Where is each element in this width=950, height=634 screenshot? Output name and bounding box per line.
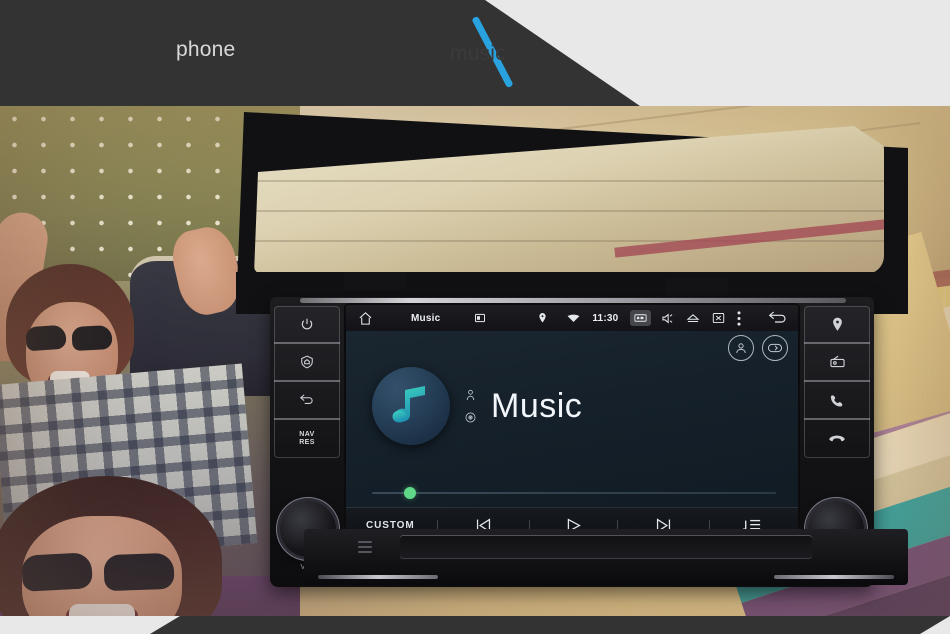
person-icon [466, 389, 475, 400]
right-button-column [804, 306, 870, 458]
repeat-button[interactable] [762, 335, 788, 361]
trim-clip-left [344, 272, 406, 290]
now-playing-panel: Music [372, 367, 582, 445]
chassis-chrome-strip [300, 298, 846, 303]
media-radio-icon [829, 355, 845, 368]
trim-clip-right [666, 278, 728, 296]
eject-icon [686, 314, 700, 323]
status-clock: 11:30 [592, 312, 619, 324]
status-bar: Music 11:30 [346, 305, 798, 331]
music-note-icon [392, 386, 425, 423]
person-icon [736, 343, 746, 353]
home-shield-icon [301, 355, 313, 369]
phone-answer-icon [830, 395, 843, 407]
disc-vents [358, 541, 372, 556]
track-meta-icons [464, 389, 477, 424]
wifi-icon [567, 314, 580, 322]
disc-slot[interactable] [400, 535, 812, 559]
call-answer-button[interactable] [804, 382, 870, 420]
power-icon [301, 318, 313, 330]
seek-handle[interactable] [404, 487, 417, 499]
radio-chassis: NAVRES VOL [270, 297, 908, 587]
back-arrow-icon [299, 394, 313, 404]
nav-res-label: NAV RES [299, 431, 315, 446]
home-button[interactable] [274, 344, 340, 382]
header-dark-panel [0, 0, 640, 106]
screenshot-icon [634, 314, 647, 322]
footer-dark-panel [150, 616, 950, 634]
status-eject-button[interactable] [686, 312, 700, 324]
back-arrow-icon [769, 311, 786, 323]
car-head-unit: NAVRES VOL [236, 112, 908, 612]
seek-bar[interactable] [372, 487, 776, 499]
home-icon [359, 311, 372, 325]
status-app-title: Music [411, 312, 441, 324]
disc-icon [465, 412, 476, 422]
status-back-button[interactable] [767, 311, 787, 325]
location-pin-icon [832, 317, 842, 331]
media-button[interactable] [804, 344, 870, 382]
nav-res-button[interactable]: NAV RES [274, 420, 340, 458]
head-unit-screen: Music 11:30 Music CUSTOM [346, 305, 798, 543]
status-location-indicator [538, 312, 547, 324]
status-screenshot-button[interactable] [630, 310, 652, 326]
recents-icon [475, 313, 486, 323]
status-wifi-indicator [567, 313, 580, 324]
album-art[interactable] [372, 367, 450, 445]
back-button[interactable] [274, 382, 340, 420]
status-volume-button[interactable] [661, 312, 674, 325]
left-button-column: NAV RES [274, 306, 340, 458]
status-recents-button[interactable] [474, 312, 486, 324]
status-home-button[interactable] [358, 311, 373, 326]
tab-phone[interactable]: phone [176, 38, 235, 62]
phone-end-icon [829, 435, 845, 442]
disc-slot-panel [304, 529, 908, 585]
status-overflow-button[interactable] [737, 310, 741, 326]
screen-top-right-buttons [728, 335, 788, 361]
account-button[interactable] [728, 335, 754, 361]
repeat-loop-icon [767, 343, 783, 353]
status-picture-button[interactable] [712, 312, 725, 324]
page-root: phone music NAV RES Music 11:30 Music CU… [0, 0, 950, 634]
header-banner: phone music [0, 0, 950, 106]
track-title: Music [491, 387, 583, 425]
footer-band [0, 616, 950, 634]
location-pin-icon [539, 313, 546, 323]
volume-icon [662, 313, 673, 323]
navigation-button[interactable] [804, 306, 870, 344]
picture-icon [713, 312, 725, 324]
call-end-button[interactable] [804, 420, 870, 458]
tab-music[interactable]: music [450, 42, 506, 66]
overflow-menu-icon [737, 310, 741, 326]
power-button[interactable] [274, 306, 340, 344]
seek-track [372, 492, 776, 494]
